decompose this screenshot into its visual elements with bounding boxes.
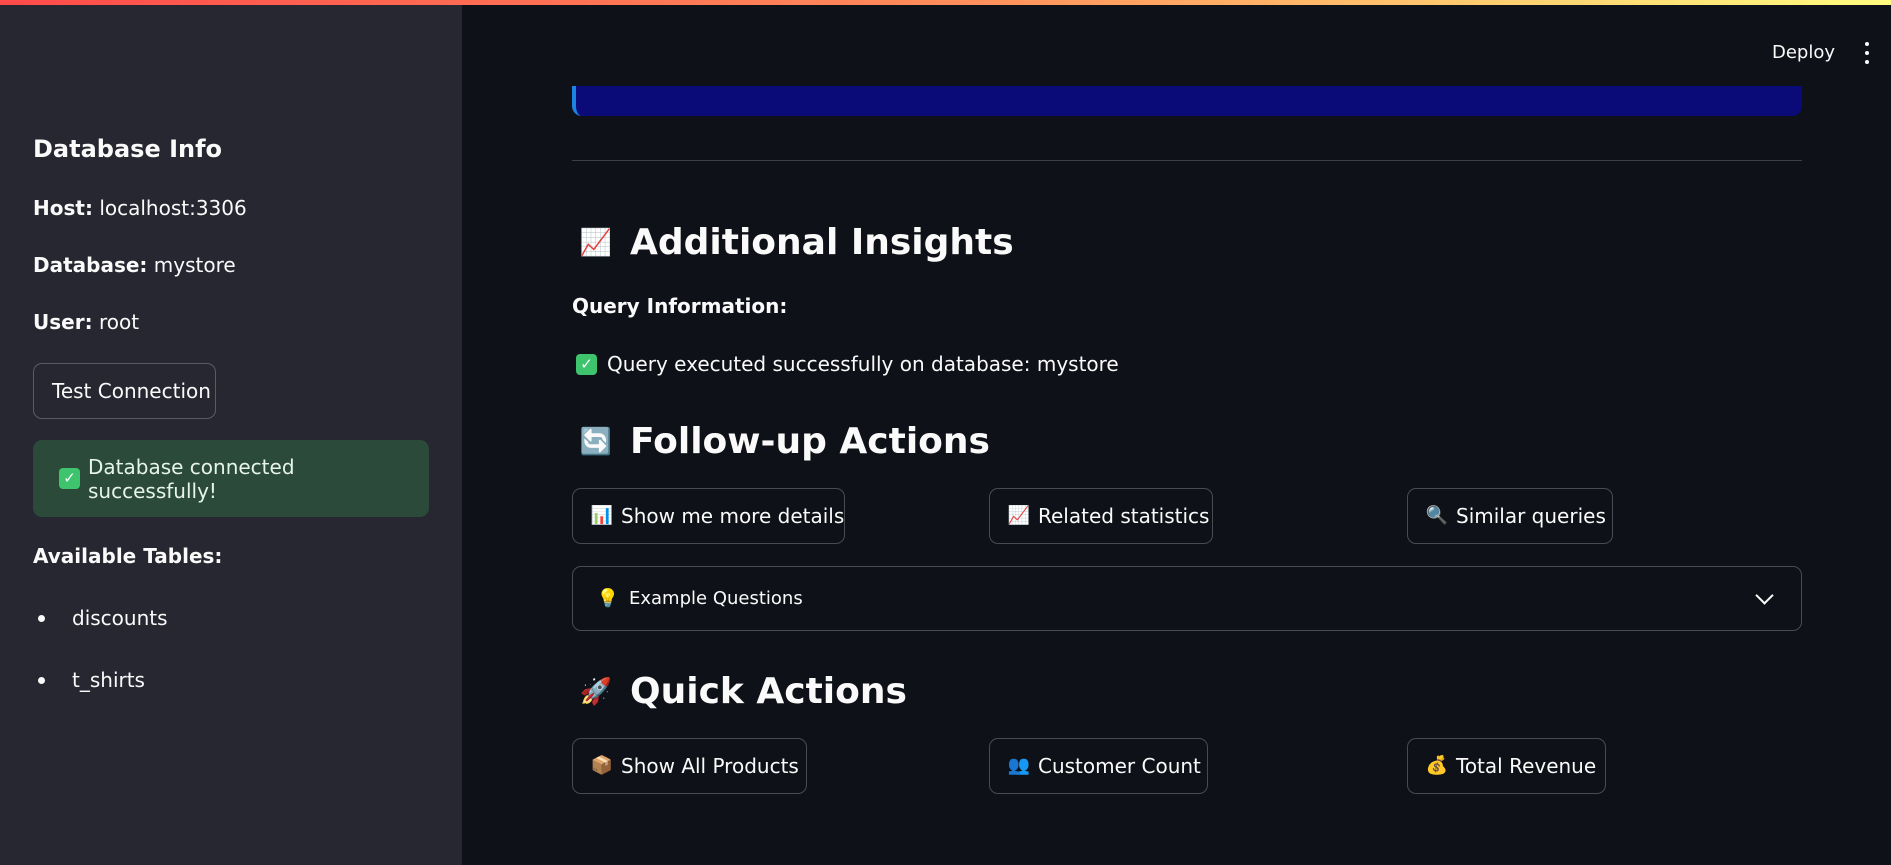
test-connection-button[interactable]: Test Connection [33,363,216,419]
user-label: User: [33,310,93,334]
follow-up-actions-title: Follow-up Actions [630,421,990,462]
related-statistics-button[interactable]: 📈 Related statistics [989,488,1213,544]
expander-label: Example Questions [629,588,803,609]
table-list-item: discounts [38,606,168,630]
button-label: Related statistics [1038,504,1210,528]
test-connection-label: Test Connection [52,379,211,403]
check-mark-icon: ✓ [576,353,597,375]
host-info: Host: localhost:3306 [33,196,247,220]
magnifier-icon: 🔍 [1425,505,1449,526]
show-more-details-button[interactable]: 📊 Show me more details [572,488,845,544]
chart-increasing-icon: 📈 [1007,505,1031,526]
bar-chart-icon: 📊 [590,505,614,526]
table-name: t_shirts [72,668,145,692]
follow-up-actions-heading: 🔄 Follow-up Actions [576,421,990,462]
section-divider [572,160,1802,161]
success-message: Database connected successfully! [88,454,295,503]
additional-insights-title: Additional Insights [630,222,1014,263]
database-value: mystore [153,253,236,277]
database-label: Database: [33,253,148,277]
example-questions-expander[interactable]: 💡 Example Questions [572,566,1802,631]
additional-insights-heading: 📈 Additional Insights [576,222,1014,263]
host-value: localhost:3306 [99,196,247,220]
rocket-icon: 🚀 [579,676,613,707]
money-bag-icon: 💰 [1425,755,1449,776]
button-label: Show me more details [621,504,845,528]
table-list-item: t_shirts [38,668,145,692]
refresh-icon: 🔄 [579,426,613,457]
chart-increasing-icon: 📈 [579,227,613,258]
query-status-text: Query executed successfully on database:… [607,352,1119,376]
package-icon: 📦 [590,755,614,776]
quick-actions-title: Quick Actions [630,671,907,712]
query-information-label: Query Information: [572,294,788,318]
button-label: Customer Count [1038,754,1201,778]
bullet-icon [38,676,45,684]
button-label: Total Revenue [1456,754,1597,778]
quick-actions-heading: 🚀 Quick Actions [576,671,907,712]
customer-count-button[interactable]: 👥 Customer Count [989,738,1208,794]
user-info: User: root [33,310,139,334]
chevron-down-icon [1755,586,1774,605]
button-label: Similar queries [1456,504,1606,528]
connection-success-alert: ✓ Database connected successfully! [33,440,429,517]
table-name: discounts [72,606,168,630]
button-label: Show All Products [621,754,799,778]
more-vertical-icon[interactable] [1860,42,1874,64]
host-label: Host: [33,196,93,220]
total-revenue-button[interactable]: 💰 Total Revenue [1407,738,1606,794]
similar-queries-button[interactable]: 🔍 Similar queries [1407,488,1613,544]
available-tables-title: Available Tables: [33,544,223,568]
bullet-icon [38,614,45,622]
info-alert-bar [572,86,1802,116]
top-decoration-stripe [0,0,1891,5]
deploy-button[interactable]: Deploy [1772,42,1835,63]
users-icon: 👥 [1007,755,1031,776]
sidebar: Database Info Host: localhost:3306 Datab… [0,0,462,865]
user-value: root [98,310,140,334]
database-info: Database: mystore [33,253,236,277]
sidebar-title: Database Info [33,135,223,163]
query-status-message: ✓ Query executed successfully on databas… [576,352,1119,376]
light-bulb-icon: 💡 [596,587,620,609]
show-all-products-button[interactable]: 📦 Show All Products [572,738,807,794]
check-mark-icon: ✓ [59,468,80,489]
